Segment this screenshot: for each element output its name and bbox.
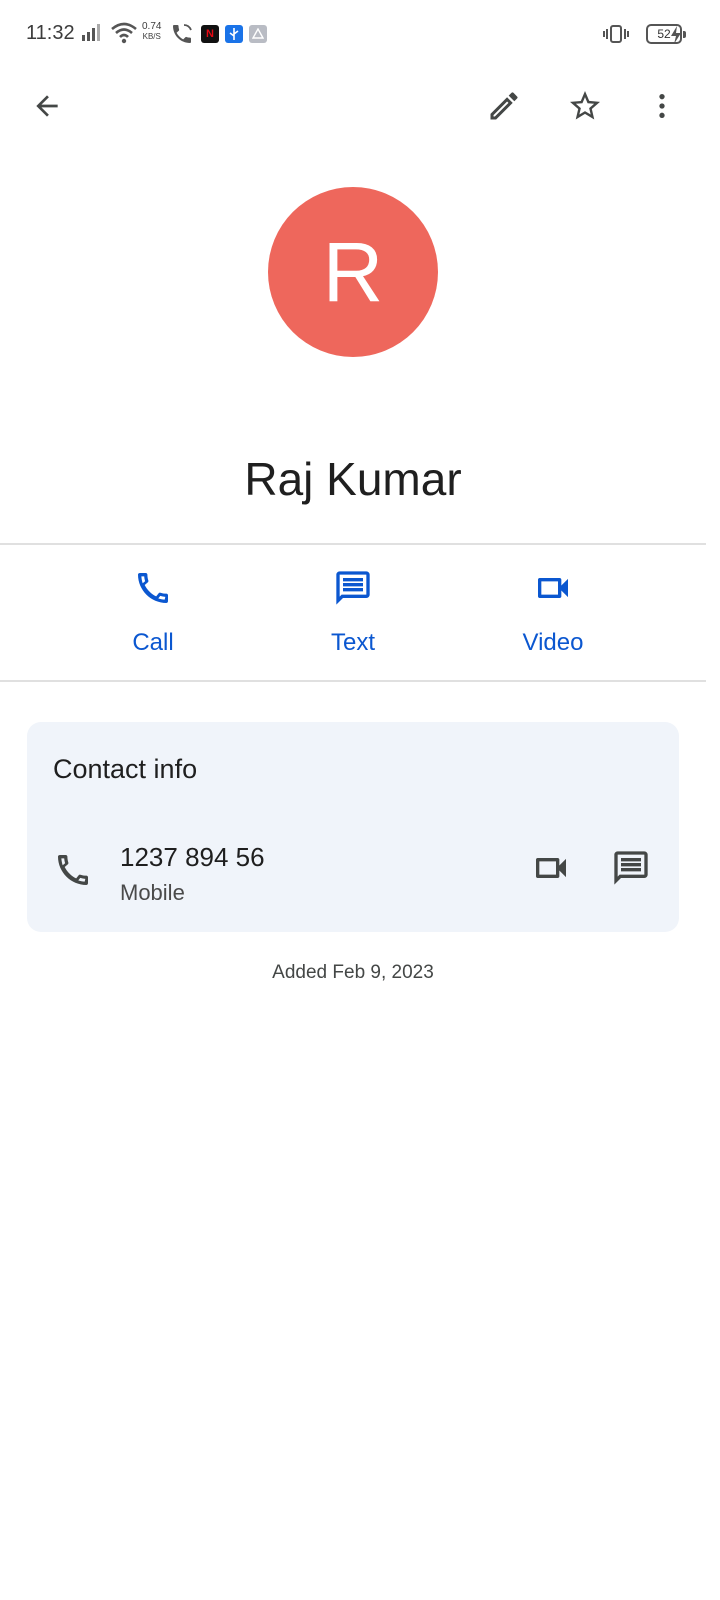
vibrate-icon bbox=[603, 24, 629, 49]
call-action-label: Call bbox=[132, 629, 174, 656]
send-message-button[interactable] bbox=[609, 848, 653, 892]
network-speed-value: 0.74 bbox=[142, 21, 162, 32]
added-date: Added Feb 9, 2023 bbox=[272, 962, 434, 983]
back-arrow-icon bbox=[31, 90, 63, 127]
status-bar: 11:32 0.74 KB/S N 52 bbox=[0, 0, 720, 70]
wifi-calling-icon bbox=[170, 22, 194, 51]
edit-icon bbox=[486, 88, 522, 129]
video-action-button[interactable]: Video bbox=[483, 568, 623, 664]
usb-icon bbox=[225, 25, 243, 43]
contact-name: Raj Kumar bbox=[244, 453, 462, 505]
video-call-button[interactable] bbox=[529, 848, 573, 892]
more-options-button[interactable] bbox=[634, 80, 690, 136]
videocam-icon bbox=[533, 568, 573, 613]
signal-icon bbox=[80, 20, 104, 49]
text-action-label: Text bbox=[330, 629, 375, 656]
wifi-icon bbox=[110, 20, 138, 51]
contact-avatar: R bbox=[268, 187, 438, 357]
contact-info-title: Contact info bbox=[53, 754, 198, 784]
netflix-app-icon: N bbox=[201, 25, 219, 43]
favorite-button[interactable] bbox=[557, 80, 613, 136]
video-action-label: Video bbox=[522, 629, 584, 656]
message-icon bbox=[611, 848, 651, 893]
network-speed: 0.74 KB/S bbox=[142, 22, 161, 42]
divider-bottom bbox=[0, 680, 706, 682]
phone-number[interactable]: 1237 894 56 bbox=[120, 842, 265, 873]
phone-type: Mobile bbox=[120, 880, 185, 905]
avatar-initial: R bbox=[322, 224, 384, 319]
network-speed-unit: KB/S bbox=[142, 32, 161, 41]
contact-info-card: Contact info 1237 894 56 Mobile bbox=[27, 722, 679, 932]
star-icon bbox=[567, 88, 603, 129]
message-icon bbox=[333, 568, 373, 613]
back-button[interactable] bbox=[19, 80, 75, 136]
phone-icon bbox=[53, 850, 93, 895]
call-action-button[interactable]: Call bbox=[83, 568, 223, 664]
more-vert-icon bbox=[646, 90, 678, 127]
status-time: 11:32 bbox=[26, 22, 75, 44]
edit-button[interactable] bbox=[476, 80, 532, 136]
call-icon bbox=[133, 568, 173, 613]
text-action-button[interactable]: Text bbox=[283, 568, 423, 664]
divider-top bbox=[0, 543, 706, 545]
videocam-icon bbox=[531, 848, 571, 893]
charging-icon bbox=[670, 26, 682, 49]
apps-icon bbox=[249, 25, 267, 43]
